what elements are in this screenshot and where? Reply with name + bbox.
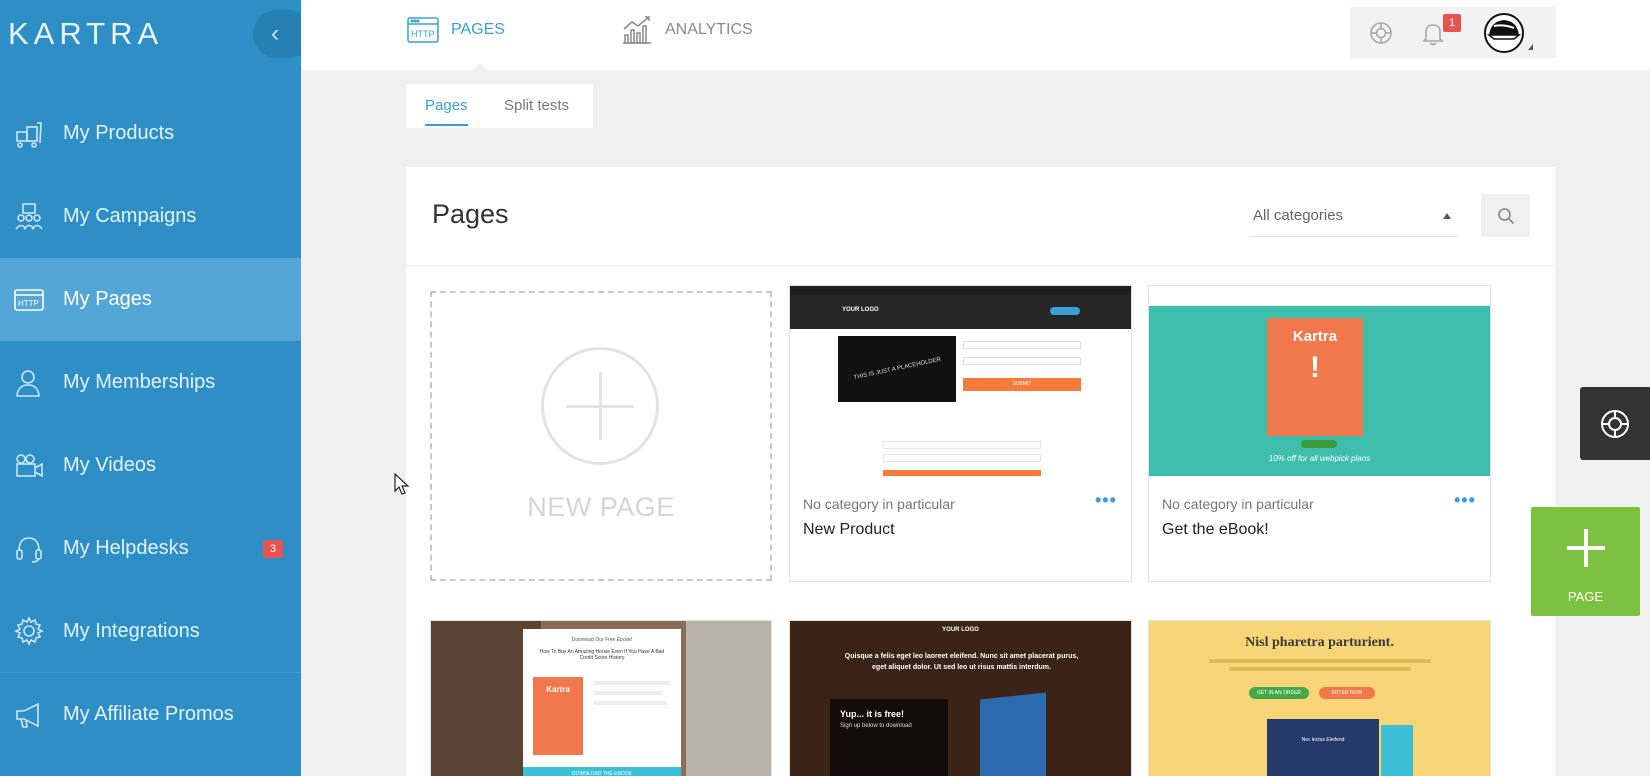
sidebar-item-label: My Videos <box>63 454 157 476</box>
card-category: No category in particular <box>1162 496 1314 512</box>
avatar[interactable] <box>1484 13 1524 53</box>
category-select-value: All categories <box>1253 207 1344 224</box>
sidebar-item-memberships[interactable]: My Memberships <box>0 341 301 424</box>
subtab-split-tests[interactable]: Split tests <box>504 97 569 114</box>
page-thumbnail: YOUR LOGO THIS IS JUST A PLACEHOLDER SUB… <box>790 286 1131 476</box>
analytics-icon <box>623 16 651 44</box>
sidebar-item-label: My Pages <box>63 288 152 310</box>
sidebar-item-label: My Campaigns <box>63 205 197 227</box>
search-icon <box>1497 207 1514 224</box>
page-thumbnail: Download Our Free Ebook! How To Buy An A… <box>431 621 771 776</box>
sidebar-item-videos[interactable]: My Videos <box>0 424 301 507</box>
page-thumbnail: Kartra ! 10% off for all webpick plans <box>1149 286 1490 476</box>
new-page-card[interactable]: NEW PAGE <box>430 291 772 581</box>
search-button[interactable] <box>1481 194 1530 237</box>
sidebar: KARTRA ‹ My Products My Campaigns HTTP M… <box>0 0 313 776</box>
avatar-image <box>1486 20 1522 40</box>
add-page-button[interactable]: PAGE <box>1531 507 1640 616</box>
memberships-icon <box>16 369 40 397</box>
thumb-mock: Nec lectus Eleifend <box>1267 719 1379 776</box>
thumb-book: Kartra ! <box>1267 318 1363 436</box>
help-icon[interactable] <box>1368 20 1394 46</box>
thumb-headline: Nisl pharetra parturient. <box>1245 635 1394 650</box>
gear-icon <box>14 616 44 646</box>
thumb-logo: YOUR LOGO <box>842 307 879 313</box>
new-page-label: NEW PAGE <box>527 492 675 522</box>
thumb-download: DOWNLOAD THE EBOOK <box>523 767 681 776</box>
sidebar-item-helpdesks[interactable]: My Helpdesks 3 <box>0 507 301 590</box>
page-card[interactable]: YOUR LOGO Quisque a felis eget leo laore… <box>789 620 1132 776</box>
card-category: No category in particular <box>803 496 955 512</box>
page-card[interactable]: Nisl pharetra parturient. GET IN AN ORDE… <box>1148 620 1491 776</box>
page-thumbnail: Nisl pharetra parturient. GET IN AN ORDE… <box>1149 621 1490 776</box>
thumb-logo: YOUR LOGO <box>942 627 979 633</box>
plus-icon <box>541 347 659 465</box>
more-options-icon[interactable]: ••• <box>1095 490 1117 511</box>
page-thumbnail: YOUR LOGO Quisque a felis eget leo laore… <box>790 621 1131 776</box>
svg-text:HTTP: HTTP <box>18 299 39 308</box>
svg-text:HTTP: HTTP <box>411 29 435 39</box>
more-options-icon[interactable]: ••• <box>1454 490 1476 511</box>
tab-label: PAGES <box>451 21 505 38</box>
megaphone-icon <box>16 702 39 728</box>
thumb-panel-sub: Sign up below to download <box>840 723 912 729</box>
floating-help-button[interactable] <box>1580 387 1650 460</box>
sidebar-item-label: My Integrations <box>63 619 200 642</box>
category-select[interactable]: All categories <box>1249 205 1457 237</box>
notification-badge: 1 <box>1443 14 1461 32</box>
page-card[interactable]: Kartra ! 10% off for all webpick plans N… <box>1148 285 1491 582</box>
page-subtabs: Pages Split tests <box>406 84 593 128</box>
chevron-left-icon: ‹ <box>271 20 279 47</box>
mouse-cursor-icon <box>394 473 410 495</box>
account-menu-caret[interactable] <box>1528 44 1533 50</box>
add-page-label: PAGE <box>1567 589 1604 604</box>
sidebar-item-integrations[interactable]: My Integrations <box>0 590 301 673</box>
video-camera-icon <box>16 453 43 477</box>
sidebar-item-campaigns[interactable]: My Campaigns <box>0 175 301 258</box>
sidebar-item-label: My Products <box>63 122 175 144</box>
thumb-subheading: How To Buy An Amazing House Even If You … <box>539 649 665 661</box>
card-title: Get the eBook! <box>1162 521 1269 538</box>
page-title: Pages <box>432 199 509 229</box>
sidebar-nav: My Products My Campaigns HTTP My Pages M… <box>0 92 301 756</box>
headset-icon <box>16 536 42 563</box>
thumb-button-b: ENTER NOW <box>1319 687 1375 699</box>
thumb-caption: 10% off for all webpick plans <box>1268 454 1371 463</box>
brand-logo[interactable]: KARTRA <box>8 16 163 52</box>
campaigns-icon <box>15 202 43 229</box>
page-card[interactable]: Download Our Free Ebook! How To Buy An A… <box>430 620 772 776</box>
thumb-book: Kartra <box>533 677 583 755</box>
active-tab-indicator <box>472 63 488 71</box>
lifebuoy-icon <box>1601 409 1629 438</box>
sidebar-item-label: My Affiliate Promos <box>63 703 234 725</box>
tab-pages[interactable]: HTTP PAGES <box>407 15 505 45</box>
helpdesk-count-badge: 3 <box>263 539 283 558</box>
pages-panel: Pages All categories NEW PAGE YOUR LOGO … <box>406 167 1555 776</box>
subtab-pages[interactable]: Pages <box>425 97 468 114</box>
products-icon <box>16 121 42 148</box>
caret-up-icon <box>1443 213 1451 219</box>
page-card[interactable]: YOUR LOGO THIS IS JUST A PLACEHOLDER SUB… <box>789 285 1132 582</box>
tab-label: ANALYTICS <box>665 21 753 38</box>
thumb-panel-title: Yup... it is free! <box>840 709 905 719</box>
sidebar-item-label: My Helpdesks <box>63 537 189 559</box>
thumb-button-a: GET IN AN ORDER <box>1249 687 1309 699</box>
card-title: New Product <box>803 521 895 538</box>
thumb-video: THIS IS JUST A PLACEHOLDER <box>838 336 956 402</box>
sidebar-item-label: My Memberships <box>63 371 216 393</box>
top-bar: HTTP PAGES ANALYTICS 1 <box>301 0 1650 71</box>
sidebar-item-affiliate-promos[interactable]: My Affiliate Promos <box>0 673 301 756</box>
http-icon: HTTP <box>407 17 439 43</box>
sidebar-item-products[interactable]: My Products <box>0 92 301 175</box>
plus-icon <box>1567 529 1605 567</box>
thumb-headline: Quisque a felis eget leo laoreet eleifen… <box>844 653 1079 671</box>
thumb-heading: Download Our Free Ebook! <box>571 637 633 643</box>
panel-header: Pages All categories <box>406 167 1555 266</box>
active-subtab-underline <box>425 124 468 126</box>
tab-analytics[interactable]: ANALYTICS <box>621 15 753 45</box>
sidebar-item-pages[interactable]: HTTP My Pages <box>0 258 301 341</box>
thumb-submit: SUBMIT <box>963 378 1081 391</box>
user-toolbar: 1 <box>1350 7 1556 58</box>
http-icon: HTTP <box>14 288 44 311</box>
